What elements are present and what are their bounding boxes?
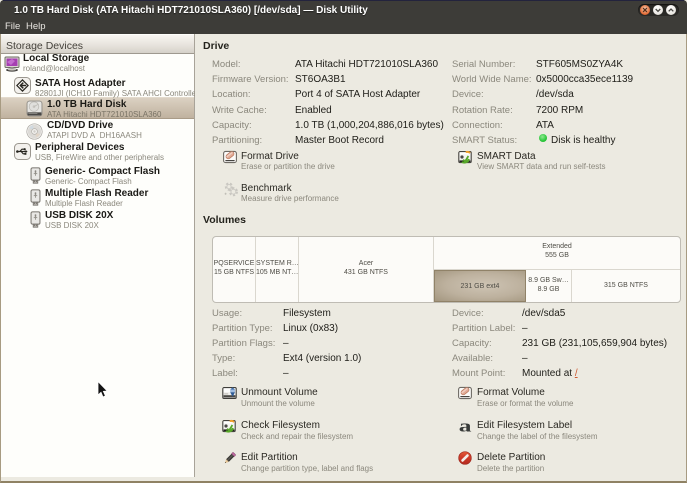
svg-text:a: a <box>459 419 472 433</box>
